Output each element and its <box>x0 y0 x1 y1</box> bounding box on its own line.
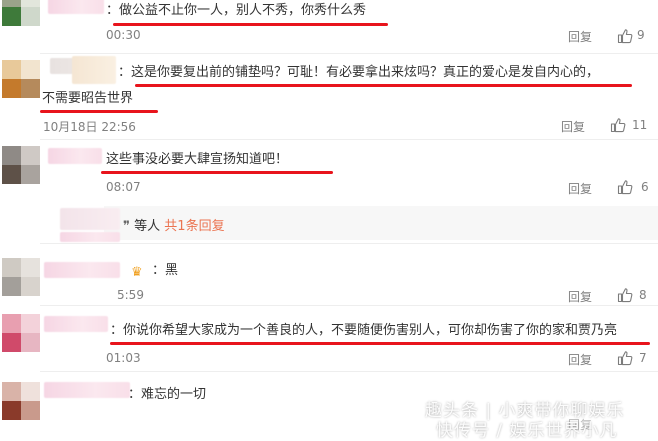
comment-text: 这些事没必要大肆宣扬知道吧！ <box>106 152 289 167</box>
like-count: 8 <box>639 288 647 302</box>
reply-button[interactable]: 回复 <box>568 28 592 45</box>
highlight-underline <box>135 84 632 87</box>
highlight-underline <box>40 110 158 113</box>
thumbs-up-icon[interactable] <box>617 287 633 303</box>
speech-icon: ❞ <box>123 219 130 234</box>
comment-1: ：做公益不止你一人，别人不秀，你秀什么秀 00:30 回复 9 <box>0 0 658 54</box>
sub-reply-user <box>60 232 120 242</box>
avatar[interactable] <box>2 60 40 98</box>
highlight-underline <box>113 23 388 26</box>
comment-text: ：你说你希望大家成为一个善良的人，不要随便伤害别人，可你却伤害了你的家和贾乃亮 <box>110 323 618 338</box>
username[interactable] <box>44 382 130 398</box>
comment-text: ：做公益不止你一人，别人不秀，你秀什么秀 <box>106 3 367 18</box>
username[interactable] <box>44 262 120 278</box>
highlight-underline <box>110 342 650 345</box>
like-count: 6 <box>641 180 649 194</box>
comment-text: ：这是你要复出前的铺垫吗？可耻！有必要拿出来炫吗？真正的爱心是发自内心的， <box>118 65 600 80</box>
thumbs-up-icon[interactable] <box>617 179 633 195</box>
reply-button[interactable]: 回复 <box>568 288 592 305</box>
avatar[interactable] <box>2 258 40 296</box>
thumbs-up-icon[interactable] <box>617 28 633 44</box>
comment-4: ♛ ：黑 5:59 回复 8 <box>0 244 658 306</box>
highlight-underline <box>101 171 333 174</box>
comment-5: ：你说你希望大家成为一个善良的人，不要随便伤害别人，可你却伤害了你的家和贾乃亮 … <box>0 306 658 372</box>
comment-3: 这些事没必要大肆宣扬知道吧！ 08:07 回复 6 ❞ 等人 共1条回复 <box>0 140 658 244</box>
avatar[interactable] <box>2 146 40 184</box>
like-count: 9 <box>637 28 645 42</box>
thumbs-up-icon[interactable] <box>617 350 633 366</box>
sub-reply-link[interactable]: 共1条回复 <box>164 219 224 234</box>
comment-time: 01:03 <box>106 351 141 365</box>
comment-2: ：这是你要复出前的铺垫吗？可耻！有必要拿出来炫吗？真正的爱心是发自内心的， 不需… <box>0 54 658 140</box>
comment-time: 5:59 <box>117 288 144 302</box>
comment-time: 00:30 <box>106 28 141 42</box>
username[interactable] <box>44 316 108 332</box>
comment-text: ：难忘的一切 <box>128 387 207 402</box>
avatar[interactable] <box>2 0 40 26</box>
avatar[interactable] <box>2 382 40 420</box>
reply-button[interactable]: 回复 <box>561 118 585 135</box>
comment-text: ：黑 <box>152 263 179 278</box>
watermark-line-2: 快传号 / 娱乐世界小凡 <box>436 421 618 441</box>
vip-crown-icon: ♛ <box>131 265 143 280</box>
username[interactable] <box>48 0 104 14</box>
avatar[interactable] <box>2 314 40 352</box>
reply-button[interactable]: 回复 <box>568 180 592 197</box>
like-count: 7 <box>639 351 647 365</box>
thumbs-up-icon[interactable] <box>610 117 626 133</box>
username-badge <box>72 56 116 84</box>
sub-reply-avatars <box>60 208 120 230</box>
like-count: 11 <box>632 118 648 132</box>
comment-time: 08:07 <box>106 180 141 194</box>
sub-reply-summary: ❞ 等人 共1条回复 <box>123 218 225 236</box>
sub-reply-prefix: 等人 <box>134 219 161 234</box>
reply-button[interactable]: 回复 <box>568 351 592 368</box>
username[interactable] <box>48 148 102 164</box>
comment-time: 10月18日 22:56 <box>43 120 136 134</box>
comment-text-continued: 不需要昭告世界 <box>42 91 134 106</box>
